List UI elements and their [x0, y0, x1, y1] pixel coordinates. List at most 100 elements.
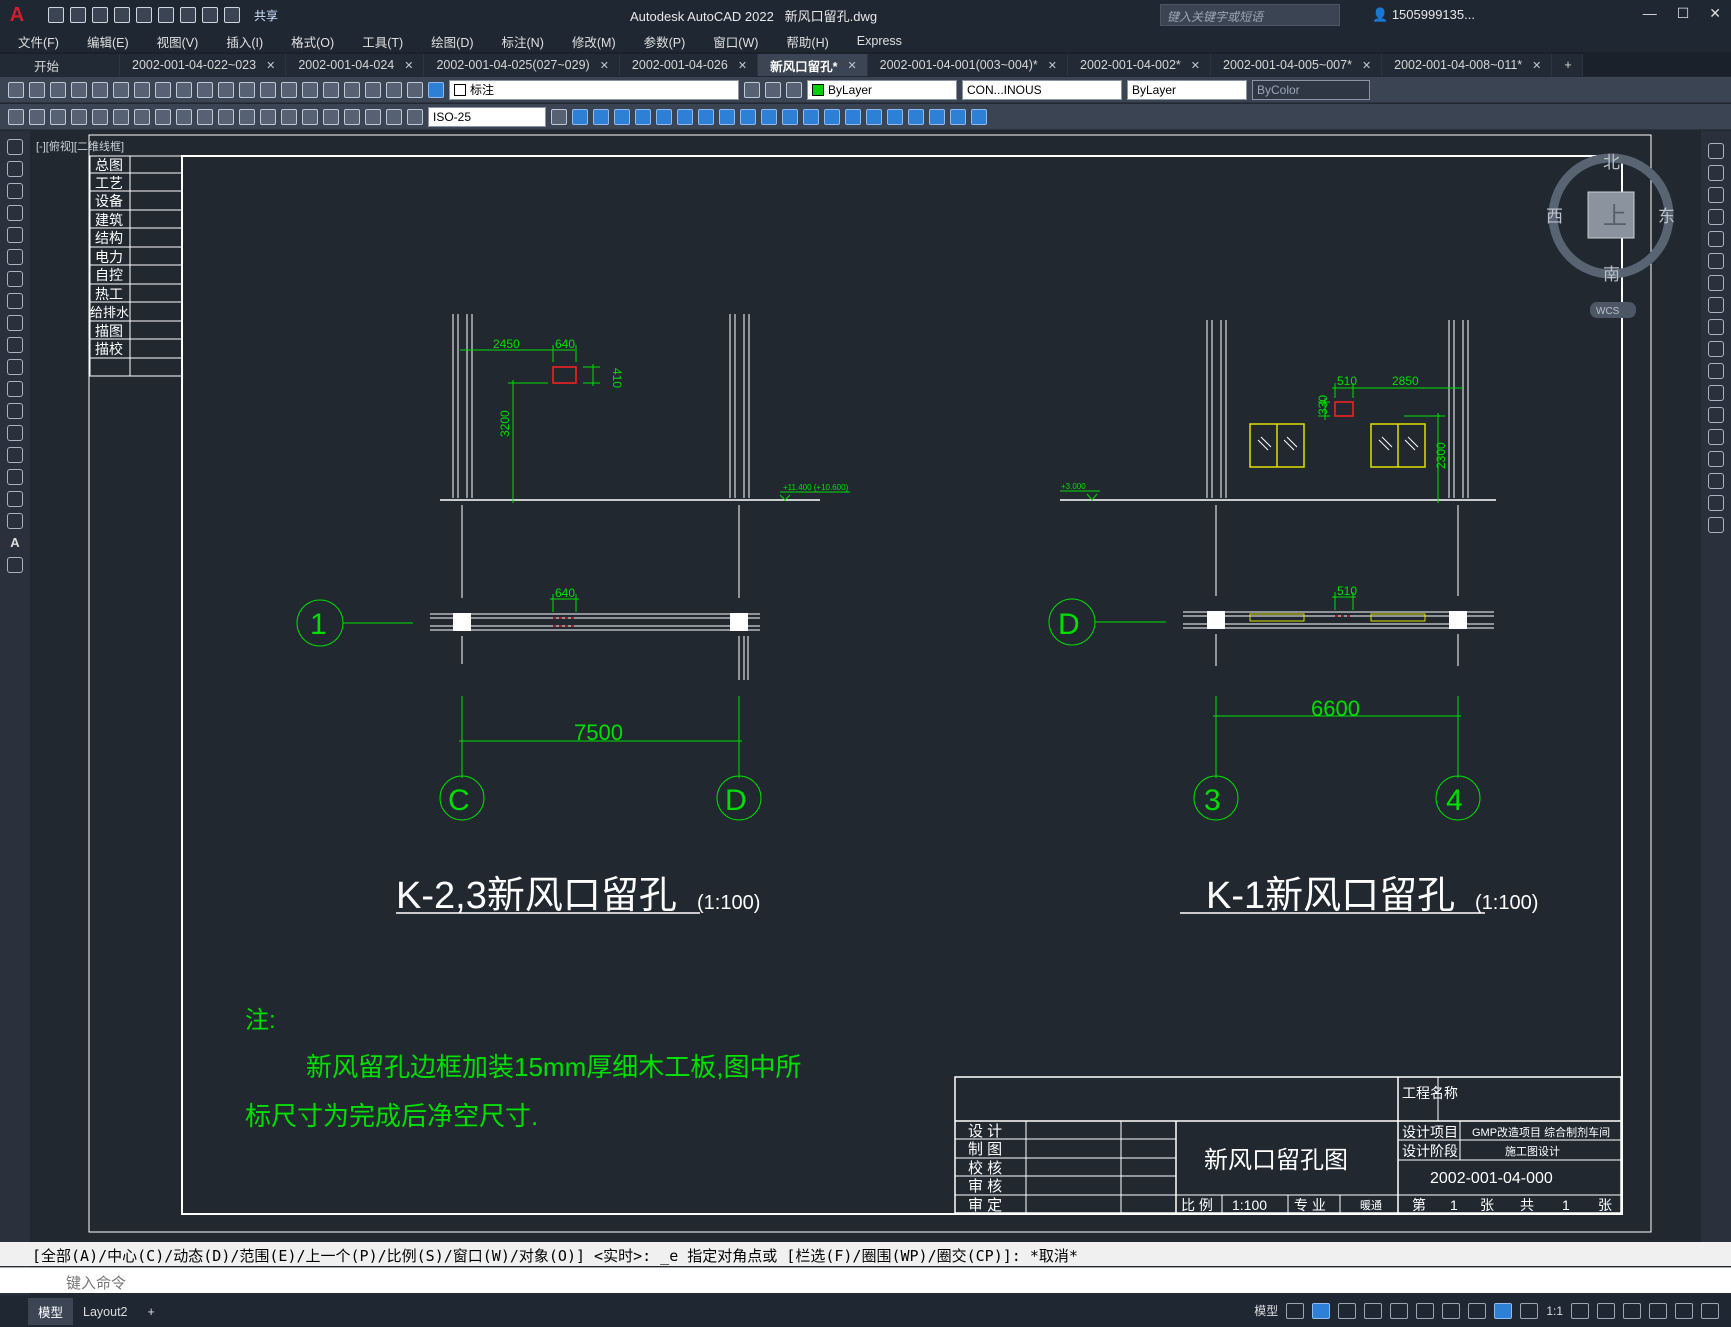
center-mark-icon[interactable]	[302, 108, 318, 125]
rotate-icon[interactable]	[677, 108, 693, 125]
layer-state-icon[interactable]	[786, 81, 802, 98]
close-tab-icon[interactable]: ✕	[404, 59, 413, 72]
fillet-icon[interactable]	[845, 108, 861, 125]
break-icon[interactable]	[1708, 407, 1724, 423]
help-icon[interactable]	[386, 81, 402, 98]
close-tab-icon[interactable]: ✕	[266, 59, 275, 72]
new-tab-icon[interactable]: +	[1552, 54, 1583, 76]
color-select[interactable]: ByLayer	[807, 79, 957, 100]
polygon-icon[interactable]	[7, 205, 23, 221]
customization-menu-icon[interactable]	[1701, 1302, 1719, 1319]
pan-icon[interactable]	[260, 81, 276, 98]
cut-icon[interactable]	[134, 81, 150, 98]
baseline-icon[interactable]	[197, 108, 213, 125]
file-tab[interactable]: 2002-001-04-001(003~004)* ✕	[867, 54, 1068, 76]
explode-icon[interactable]	[1708, 517, 1724, 533]
minimize-icon[interactable]: —	[1643, 5, 1657, 22]
zoom-icon[interactable]	[281, 81, 297, 98]
layout-tab-layout2[interactable]: Layout2	[73, 1301, 137, 1323]
trim-icon[interactable]	[740, 108, 756, 125]
menu-item[interactable]: 工具(T)	[362, 32, 403, 51]
file-tab[interactable]: 2002-001-04-026 ✕	[619, 54, 759, 76]
match-properties-icon[interactable]	[197, 81, 213, 98]
menu-item[interactable]: 窗口(W)	[713, 32, 758, 51]
file-tab[interactable]: 2002-001-04-024 ✕	[286, 54, 425, 76]
linetype-select[interactable]: CON...INOUS	[962, 79, 1122, 100]
angular-icon[interactable]	[155, 108, 171, 125]
redo-icon[interactable]	[239, 81, 255, 98]
redo-icon[interactable]	[224, 7, 240, 23]
ortho-icon[interactable]	[1338, 1302, 1357, 1319]
save-web-icon[interactable]	[158, 7, 174, 23]
undo-icon[interactable]	[202, 7, 218, 23]
scale-icon[interactable]	[698, 108, 714, 125]
share-button[interactable]: 共享	[254, 7, 278, 24]
point-icon[interactable]	[7, 425, 23, 441]
join-icon[interactable]	[803, 108, 819, 125]
menu-item[interactable]: 文件(F)	[18, 32, 59, 51]
revcloud-icon[interactable]	[7, 293, 23, 309]
ordinate-icon[interactable]	[71, 108, 87, 125]
jogged-icon[interactable]	[113, 108, 129, 125]
calculator-icon[interactable]	[365, 81, 381, 98]
file-tab[interactable]: 2002-001-04-008~011* ✕	[1382, 54, 1553, 76]
workspace-gear-icon[interactable]	[1571, 1302, 1589, 1319]
save-icon[interactable]	[92, 7, 108, 23]
isodraft-icon[interactable]	[1390, 1302, 1409, 1319]
menu-item[interactable]: 帮助(H)	[786, 32, 828, 51]
hatch-icon[interactable]	[929, 108, 945, 125]
hatch-icon[interactable]	[7, 447, 23, 463]
new-file-icon[interactable]	[48, 7, 64, 23]
insert-icon[interactable]	[908, 108, 924, 125]
copy-icon[interactable]	[1708, 165, 1724, 181]
close-tab-icon[interactable]: ✕	[738, 59, 747, 72]
polar-icon[interactable]	[1364, 1302, 1383, 1319]
offset-icon[interactable]	[614, 108, 630, 125]
rectangle-icon[interactable]	[7, 227, 23, 243]
copy-icon[interactable]	[155, 81, 171, 98]
close-icon[interactable]: ✕	[1709, 5, 1721, 22]
tolerance-icon[interactable]	[281, 108, 297, 125]
menu-item[interactable]: 绘图(D)	[431, 32, 473, 51]
move-icon[interactable]	[656, 108, 672, 125]
region-icon[interactable]	[971, 108, 987, 125]
menu-item[interactable]: Express	[857, 34, 902, 48]
paste-icon[interactable]	[176, 81, 192, 98]
stretch-icon[interactable]	[719, 108, 735, 125]
layout-tab-model[interactable]: 模型	[28, 1298, 74, 1325]
clean-screen-icon[interactable]	[1675, 1302, 1693, 1319]
object-snap-icon[interactable]	[1442, 1302, 1461, 1319]
command-input[interactable]: 键入命令	[0, 1267, 1731, 1293]
close-tab-icon[interactable]: ✕	[1362, 59, 1371, 72]
close-tab-icon[interactable]: ✕	[1532, 59, 1541, 72]
scale-icon[interactable]	[1708, 297, 1724, 313]
close-tab-icon[interactable]: ✕	[847, 59, 856, 72]
file-tab[interactable]: 2002-001-04-025(027~029) ✕	[424, 54, 620, 76]
quick-dim-icon[interactable]	[176, 108, 192, 125]
dim-edit-icon[interactable]	[365, 108, 381, 125]
ellipse-arc-icon[interactable]	[7, 359, 23, 375]
mirror-icon[interactable]	[593, 108, 609, 125]
open-web-icon[interactable]	[136, 7, 152, 23]
gradient-icon[interactable]	[950, 108, 966, 125]
autocad-logo-icon[interactable]: A	[6, 4, 28, 26]
menu-item[interactable]: 插入(I)	[226, 32, 263, 51]
chamfer-icon[interactable]	[1708, 451, 1724, 467]
dim-style-icon[interactable]	[551, 108, 567, 125]
close-tab-icon[interactable]: ✕	[1191, 59, 1200, 72]
snap-icon[interactable]	[1312, 1302, 1331, 1319]
file-tab[interactable]: 开始	[0, 54, 121, 76]
user-account[interactable]: 👤 1505999135...	[1372, 7, 1475, 23]
break-icon[interactable]	[782, 108, 798, 125]
save-as-icon[interactable]	[114, 7, 130, 23]
viewport-controls[interactable]: [-][俯视][二维线框]	[36, 138, 124, 154]
menu-item[interactable]: 标注(N)	[502, 32, 544, 51]
menu-item[interactable]: 修改(M)	[572, 32, 616, 51]
open-file-icon[interactable]	[70, 7, 86, 23]
array-icon[interactable]	[1708, 231, 1724, 247]
hardware-acceleration-icon[interactable]	[1623, 1302, 1641, 1319]
add-layout-icon[interactable]: +	[138, 1301, 165, 1323]
move-icon[interactable]	[1708, 253, 1724, 269]
dim-break-icon[interactable]	[260, 108, 276, 125]
block-icon[interactable]	[887, 108, 903, 125]
